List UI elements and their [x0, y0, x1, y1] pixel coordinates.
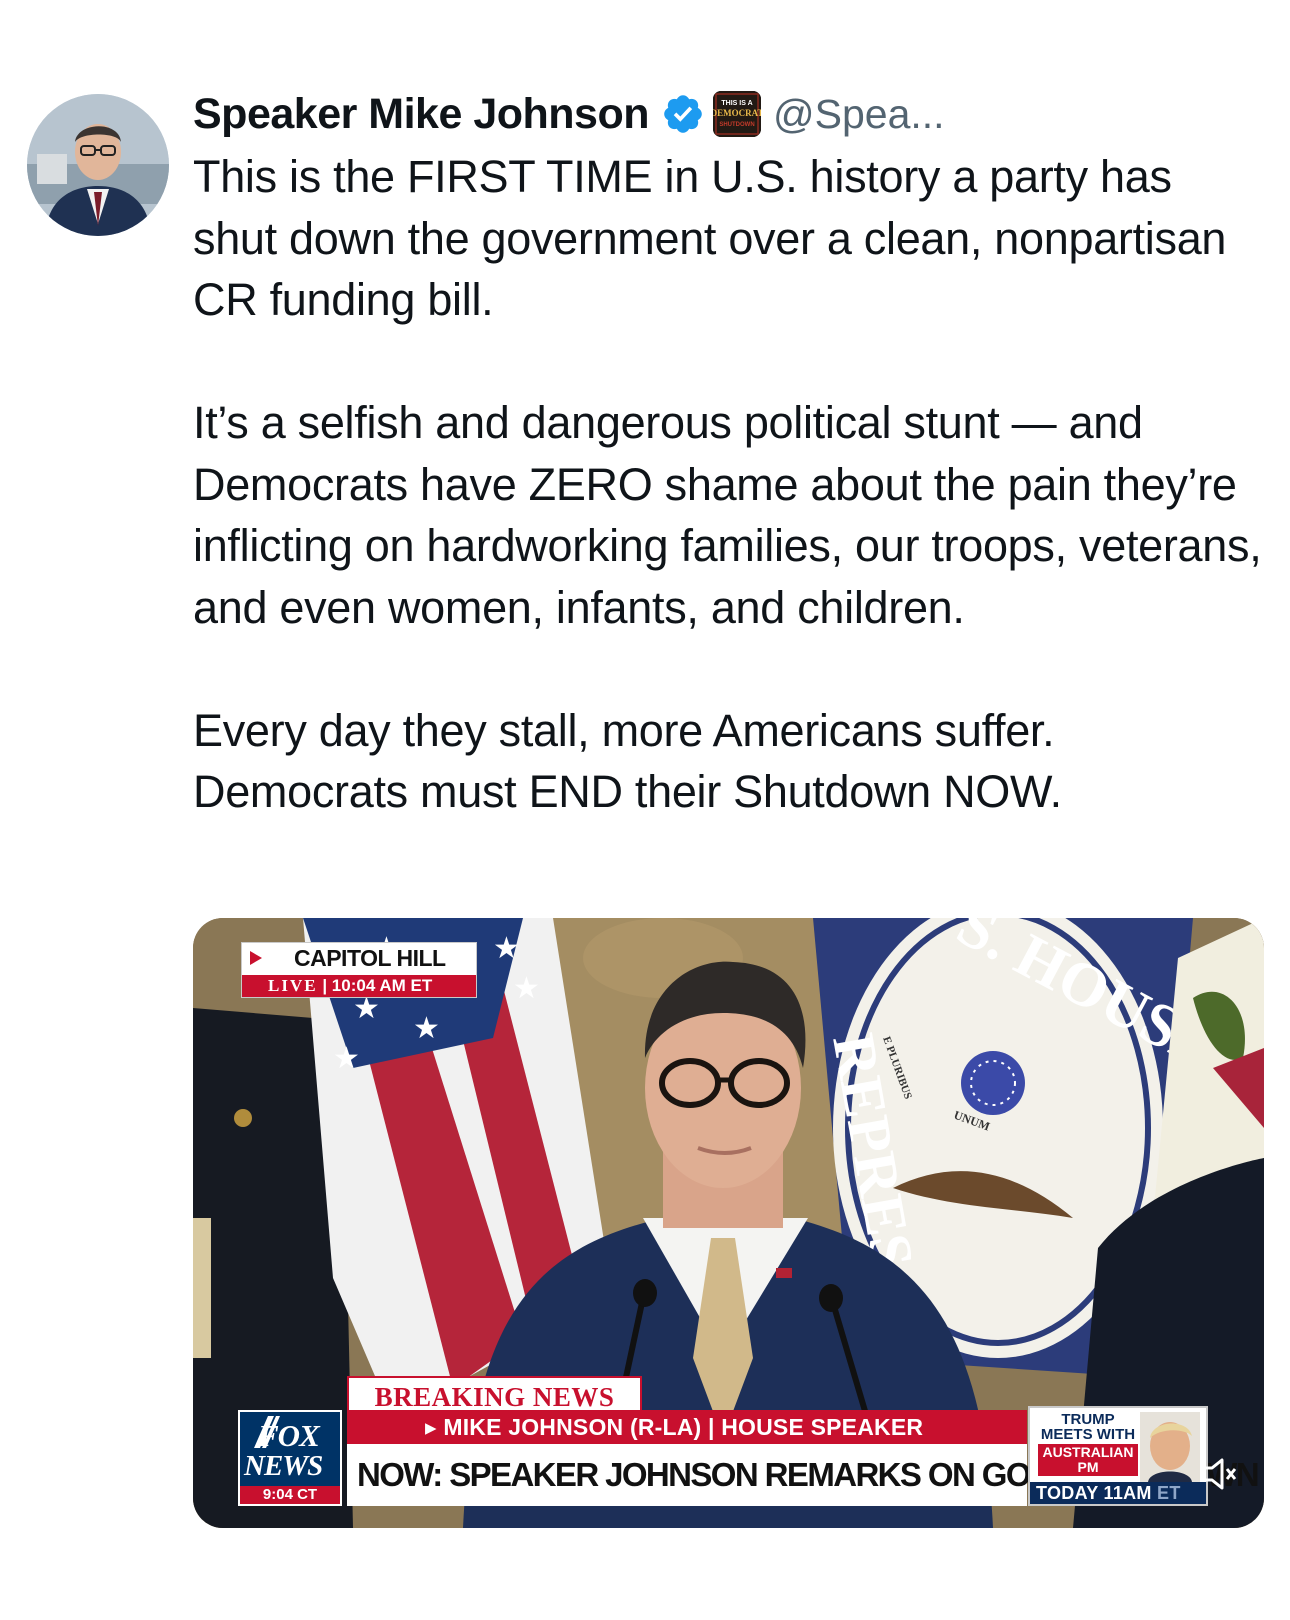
live-bar: LIVE | 10:04 AM ET	[242, 975, 476, 997]
verified-badge-icon[interactable]	[661, 92, 705, 136]
upcoming-promo: TRUMP MEETS WITH AUSTRALIAN PM TODAY 11A…	[1028, 1406, 1208, 1506]
fox-logo-line2: NEWS	[244, 1450, 323, 1482]
promo-time: TODAY 11AM ET	[1030, 1482, 1206, 1504]
lower-third-subtitle: ▸ MIKE JOHNSON (R-LA) | HOUSE SPEAKER	[347, 1410, 1027, 1444]
tweet-body: This is the FIRST TIME in U.S. history a…	[193, 151, 1262, 817]
live-time: 10:04 AM ET	[331, 976, 433, 995]
promo-when: TODAY 11AM	[1036, 1483, 1152, 1503]
promo-subtitle: AUSTRALIAN PM	[1038, 1444, 1138, 1476]
avatar-photo	[27, 94, 169, 236]
play-indicator-icon	[250, 951, 262, 965]
promo-title: TRUMP MEETS WITH	[1040, 1411, 1136, 1443]
mute-icon[interactable]	[1196, 1452, 1240, 1496]
tweet-video[interactable]: ★ ★ ★ ★ ★ ★ ★ REPRES S. HOUSE OF E PLURI…	[193, 918, 1264, 1528]
affiliation-line-1: THIS IS A	[721, 100, 752, 107]
svg-text:★: ★	[513, 972, 540, 1005]
author-avatar[interactable]	[27, 94, 169, 236]
author-name[interactable]: Speaker Mike Johnson	[193, 90, 650, 139]
breaking-news-label: BREAKING NEWS	[347, 1376, 642, 1412]
svg-text:★: ★	[413, 1012, 440, 1045]
tweet-header: Speaker Mike Johnson THIS IS A DEMOCRAT …	[193, 86, 945, 142]
affiliation-line-2: DEMOCRAT	[713, 108, 761, 118]
svg-text:★: ★	[333, 1042, 360, 1075]
promo-timezone: ET	[1157, 1483, 1181, 1503]
promo-portrait	[1140, 1412, 1200, 1482]
author-handle[interactable]: @Spea...	[773, 91, 945, 138]
live-location: CAPITOL HILL	[294, 945, 446, 971]
affiliation-badge[interactable]: THIS IS A DEMOCRAT SHUTDOWN	[713, 91, 761, 137]
fox-news-logo: FOX NEWS 9:04 CT	[238, 1410, 342, 1506]
svg-text:★: ★	[493, 932, 520, 965]
network-clock: 9:04 CT	[240, 1486, 340, 1504]
live-location-graphic: CAPITOL HILL LIVE | 10:04 AM ET	[241, 942, 477, 998]
live-separator: |	[322, 976, 332, 995]
lower-third-headline: NOW: SPEAKER JOHNSON REMARKS ON GOVT SHU…	[347, 1444, 1260, 1506]
fox-logo-line1: FOX	[258, 1418, 320, 1453]
live-label: LIVE	[268, 976, 318, 995]
affiliation-line-3: SHUTDOWN	[719, 122, 754, 128]
